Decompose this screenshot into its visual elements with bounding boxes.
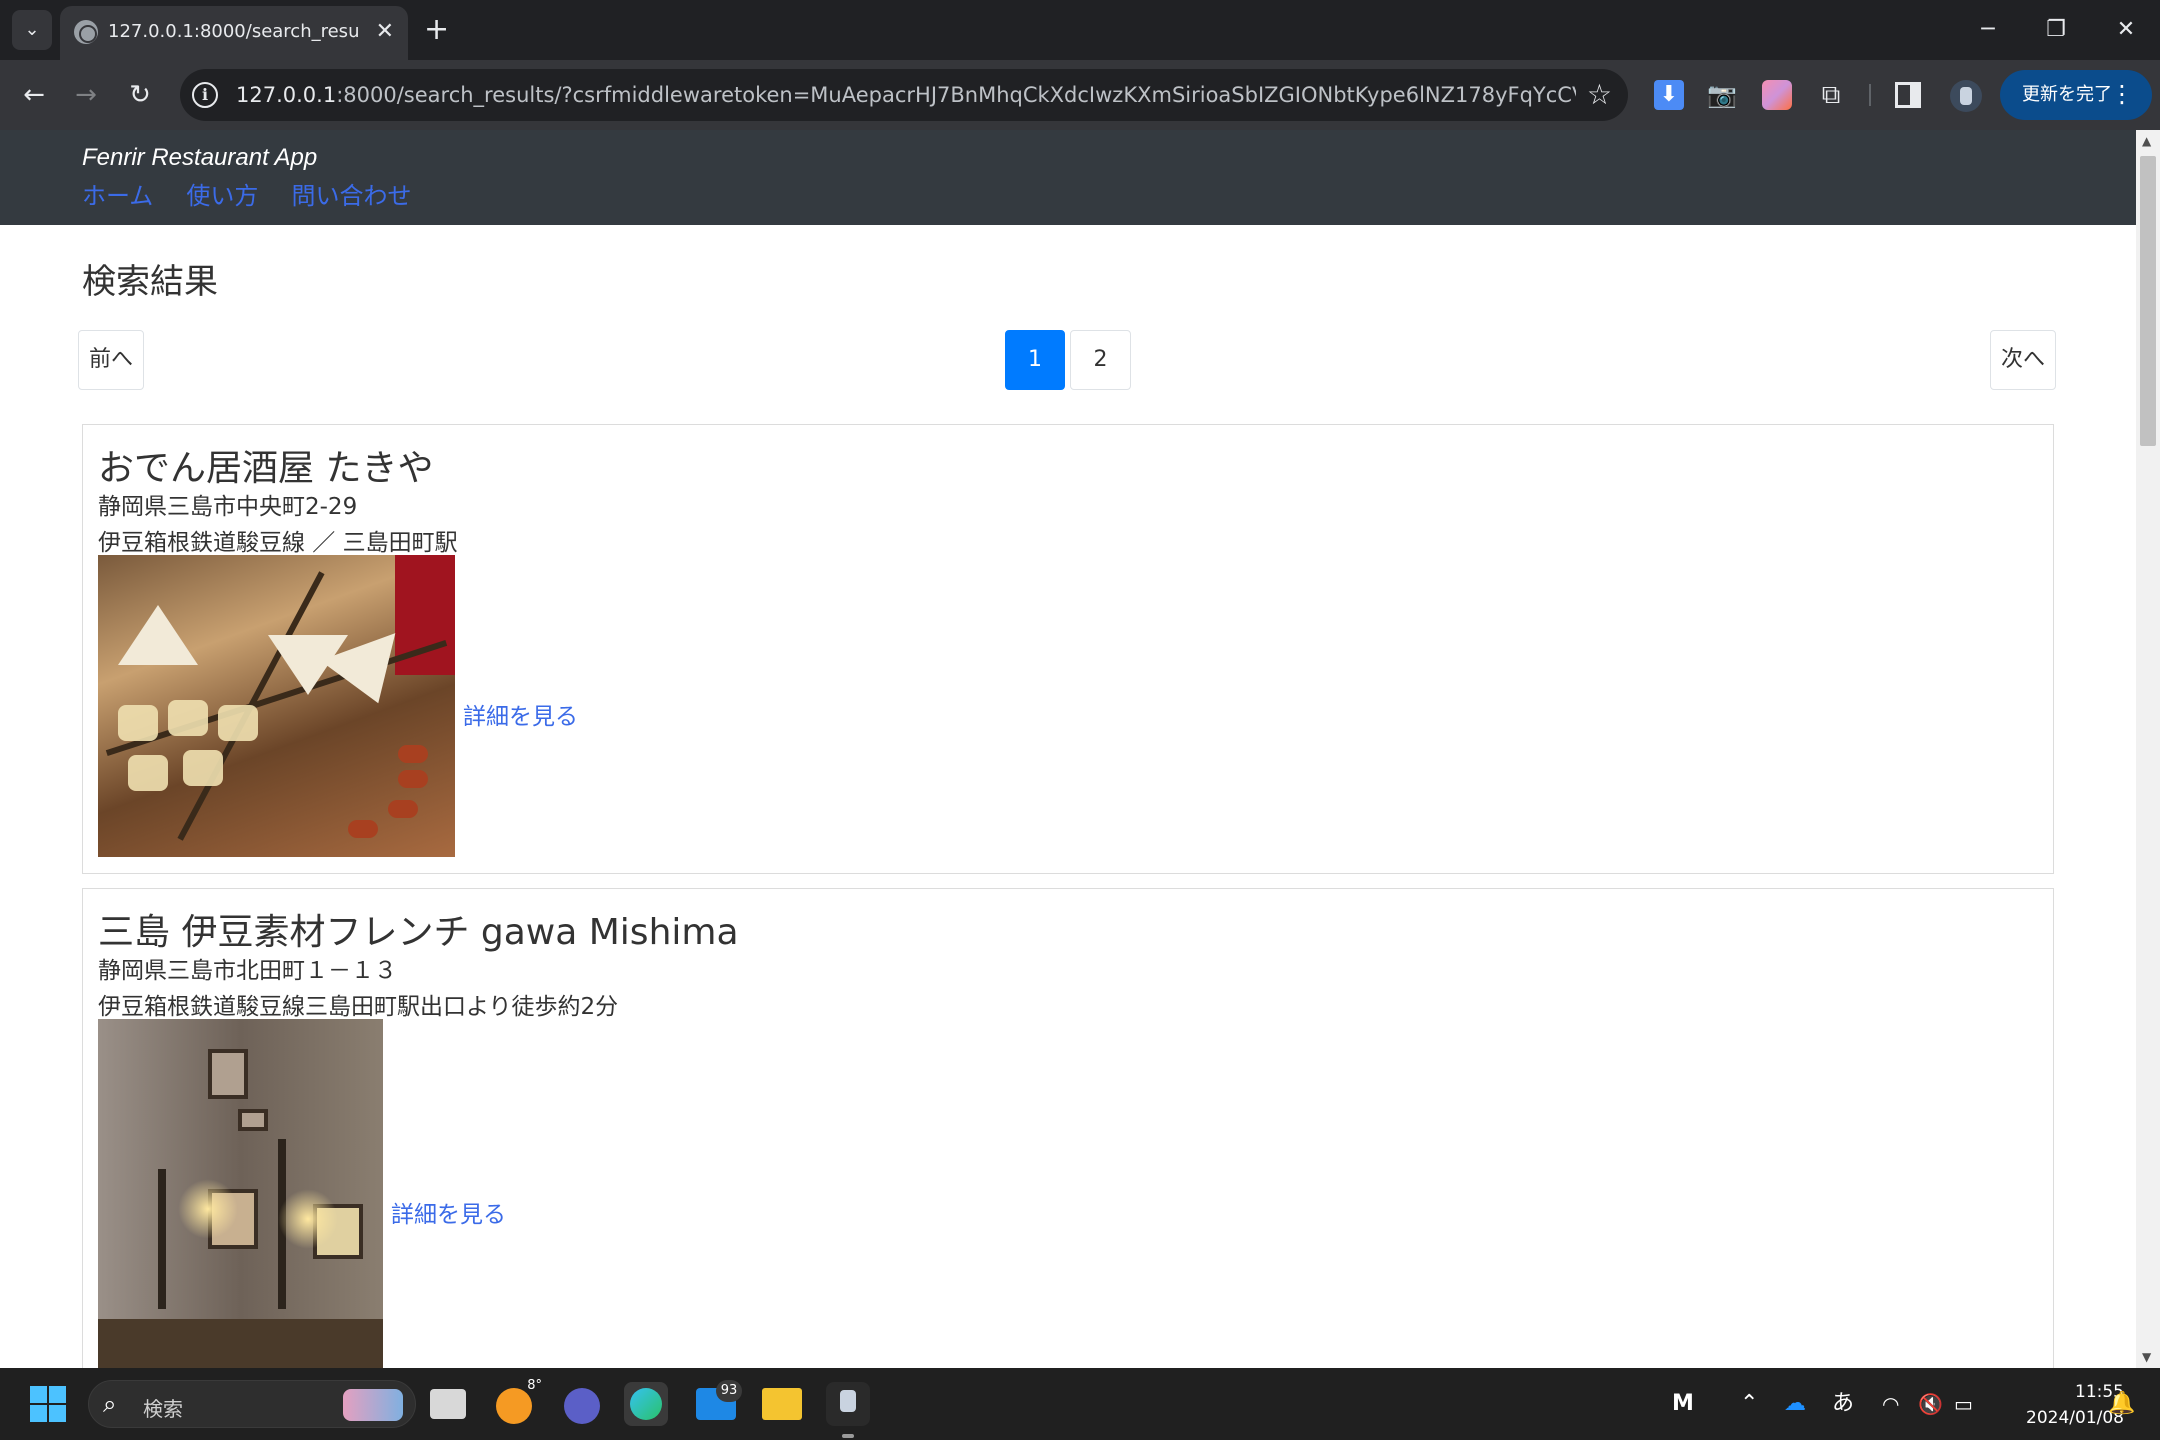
mail-icon[interactable]: 93 bbox=[696, 1380, 742, 1420]
restaurant-address: 静岡県三島市中央町2-29 bbox=[98, 494, 358, 520]
wifi-icon[interactable]: ◠ bbox=[1882, 1390, 1899, 1418]
pagination-next-button[interactable]: 次へ bbox=[1990, 330, 2056, 390]
scroll-thumb[interactable] bbox=[2140, 156, 2156, 446]
active-app-icon[interactable] bbox=[826, 1382, 870, 1438]
restaurant-name: おでん居酒屋 たきや bbox=[98, 448, 434, 489]
chevron-up-icon[interactable]: ⌃ bbox=[1740, 1390, 1758, 1418]
browser-tab[interactable]: 127.0.0.1:8000/search_results/?c ✕ bbox=[60, 6, 408, 60]
more-menu-icon[interactable]: ⋮ bbox=[2110, 70, 2134, 118]
site-brand[interactable]: Fenrir Restaurant App bbox=[82, 144, 317, 172]
web-page: Fenrir Restaurant App ホーム 使い方 問い合わせ 検索結果… bbox=[0, 130, 2136, 1368]
globe-icon bbox=[74, 20, 98, 44]
search-icon: ⌕ bbox=[103, 1390, 117, 1418]
windows-start-icon[interactable] bbox=[30, 1386, 66, 1422]
new-tab-plus-icon[interactable]: + bbox=[424, 12, 449, 48]
search-highlight-image bbox=[343, 1389, 403, 1421]
site-header: Fenrir Restaurant App ホーム 使い方 問い合わせ bbox=[0, 130, 2136, 225]
restaurant-address: 静岡県三島市北田町１－１３ bbox=[98, 958, 397, 984]
notification-bell-icon[interactable]: 🔔 bbox=[2108, 1390, 2135, 1418]
window-close-icon[interactable]: ✕ bbox=[2106, 10, 2146, 50]
side-panel-icon[interactable] bbox=[1895, 82, 1921, 108]
detail-link[interactable]: 詳細を見る bbox=[463, 697, 578, 731]
restaurant-access: 伊豆箱根鉄道駿豆線三島田町駅出口より徒歩約2分 bbox=[98, 994, 619, 1020]
restore-icon[interactable]: ❐ bbox=[2036, 10, 2076, 50]
clock-date[interactable]: 2024/01/08 bbox=[2004, 1408, 2124, 1428]
toolbar-divider bbox=[1869, 84, 1871, 106]
active-indicator bbox=[842, 1434, 854, 1438]
restaurant-card: おでん居酒屋 たきや 静岡県三島市中央町2-29 伊豆箱根鉄道駿豆線 ／ 三島田… bbox=[82, 424, 2054, 874]
edge-browser-icon[interactable] bbox=[624, 1382, 668, 1426]
restaurant-access: 伊豆箱根鉄道駿豆線 ／ 三島田町駅 bbox=[98, 530, 458, 556]
restaurant-name: 三島 伊豆素材フレンチ gawa Mishima bbox=[98, 912, 739, 953]
onedrive-cloud-icon[interactable]: ☁ bbox=[1784, 1390, 1806, 1418]
nav-link-how-to-use[interactable]: 使い方 bbox=[186, 182, 258, 210]
browser-tab-strip: ⌄ 127.0.0.1:8000/search_results/?c ✕ + ─… bbox=[0, 0, 2160, 60]
download-extension-icon[interactable] bbox=[1654, 80, 1684, 110]
back-arrow-icon[interactable]: ← bbox=[14, 75, 54, 115]
address-bar[interactable]: i 127.0.0.1:8000/search_results/?csrfmid… bbox=[180, 69, 1628, 121]
scroll-down-arrow-icon[interactable]: ▼ bbox=[2142, 1350, 2151, 1364]
minimize-icon[interactable]: ─ bbox=[1968, 10, 2008, 50]
extensions-puzzle-icon[interactable]: ⧉ bbox=[1816, 80, 1846, 110]
weather-temperature: 8° bbox=[527, 1378, 542, 1393]
nav-link-home[interactable]: ホーム bbox=[82, 182, 153, 210]
taskbar-search-placeholder: 検索 bbox=[143, 1397, 183, 1421]
page-title: 検索結果 bbox=[82, 262, 218, 302]
pagination-prev-button[interactable]: 前へ bbox=[78, 330, 144, 390]
pagination-page-2[interactable]: 2 bbox=[1070, 330, 1131, 390]
site-info-icon[interactable]: i bbox=[192, 82, 218, 108]
profile-avatar[interactable] bbox=[1950, 80, 1982, 112]
restaurant-card: 三島 伊豆素材フレンチ gawa Mishima 静岡県三島市北田町１－１３ 伊… bbox=[82, 888, 2054, 1368]
taskbar-search[interactable]: ⌕ 検索 bbox=[88, 1380, 416, 1428]
tab-search-chevron-icon[interactable]: ⌄ bbox=[12, 10, 52, 50]
task-view-icon[interactable] bbox=[430, 1389, 466, 1419]
teams-chat-icon[interactable] bbox=[564, 1388, 600, 1424]
tab-title: 127.0.0.1:8000/search_results/?c bbox=[108, 21, 358, 42]
tab-close-icon[interactable]: ✕ bbox=[376, 18, 394, 46]
url-text[interactable]: 127.0.0.1:8000/search_results/?csrfmiddl… bbox=[236, 81, 1576, 109]
pagination-page-1[interactable]: 1 bbox=[1005, 330, 1065, 390]
speaker-muted-icon[interactable]: 🔇 bbox=[1918, 1390, 1943, 1418]
bookmark-star-icon[interactable]: ☆ bbox=[1587, 77, 1612, 113]
color-extension-icon[interactable] bbox=[1762, 80, 1792, 110]
url-host: 127.0.0.1 bbox=[236, 83, 337, 107]
restaurant-photo bbox=[98, 555, 455, 857]
file-explorer-icon[interactable] bbox=[762, 1388, 802, 1420]
restaurant-photo bbox=[98, 1019, 383, 1368]
ime-indicator[interactable]: あ bbox=[1832, 1390, 1854, 1418]
m-app-tray-icon[interactable]: M bbox=[1672, 1390, 1694, 1418]
update-button[interactable]: 更新を完了 ⋮ bbox=[2000, 70, 2152, 120]
nav-link-contact[interactable]: 問い合わせ bbox=[291, 182, 411, 210]
site-nav: ホーム 使い方 問い合わせ bbox=[82, 176, 439, 211]
mail-badge: 93 bbox=[716, 1380, 742, 1402]
detail-link[interactable]: 詳細を見る bbox=[391, 1195, 506, 1229]
forward-arrow-icon[interactable]: → bbox=[66, 75, 106, 115]
url-path: :8000/search_results/?csrfmiddlewaretoke… bbox=[336, 83, 1576, 107]
camera-extension-icon[interactable]: 📷 bbox=[1707, 80, 1737, 110]
page-scrollbar[interactable]: ▲ ▼ bbox=[2136, 130, 2160, 1368]
windows-taskbar: ⌕ 検索 8° 93 M ⌃ ☁ あ ◠ 🔇 ▭ 11:55 2024/01/0… bbox=[0, 1368, 2160, 1440]
reload-icon[interactable]: ↻ bbox=[120, 75, 160, 115]
update-button-label: 更新を完了 bbox=[2022, 84, 2112, 105]
weather-icon[interactable]: 8° bbox=[496, 1378, 542, 1424]
scroll-up-arrow-icon[interactable]: ▲ bbox=[2142, 134, 2151, 148]
battery-icon[interactable]: ▭ bbox=[1954, 1390, 1973, 1418]
